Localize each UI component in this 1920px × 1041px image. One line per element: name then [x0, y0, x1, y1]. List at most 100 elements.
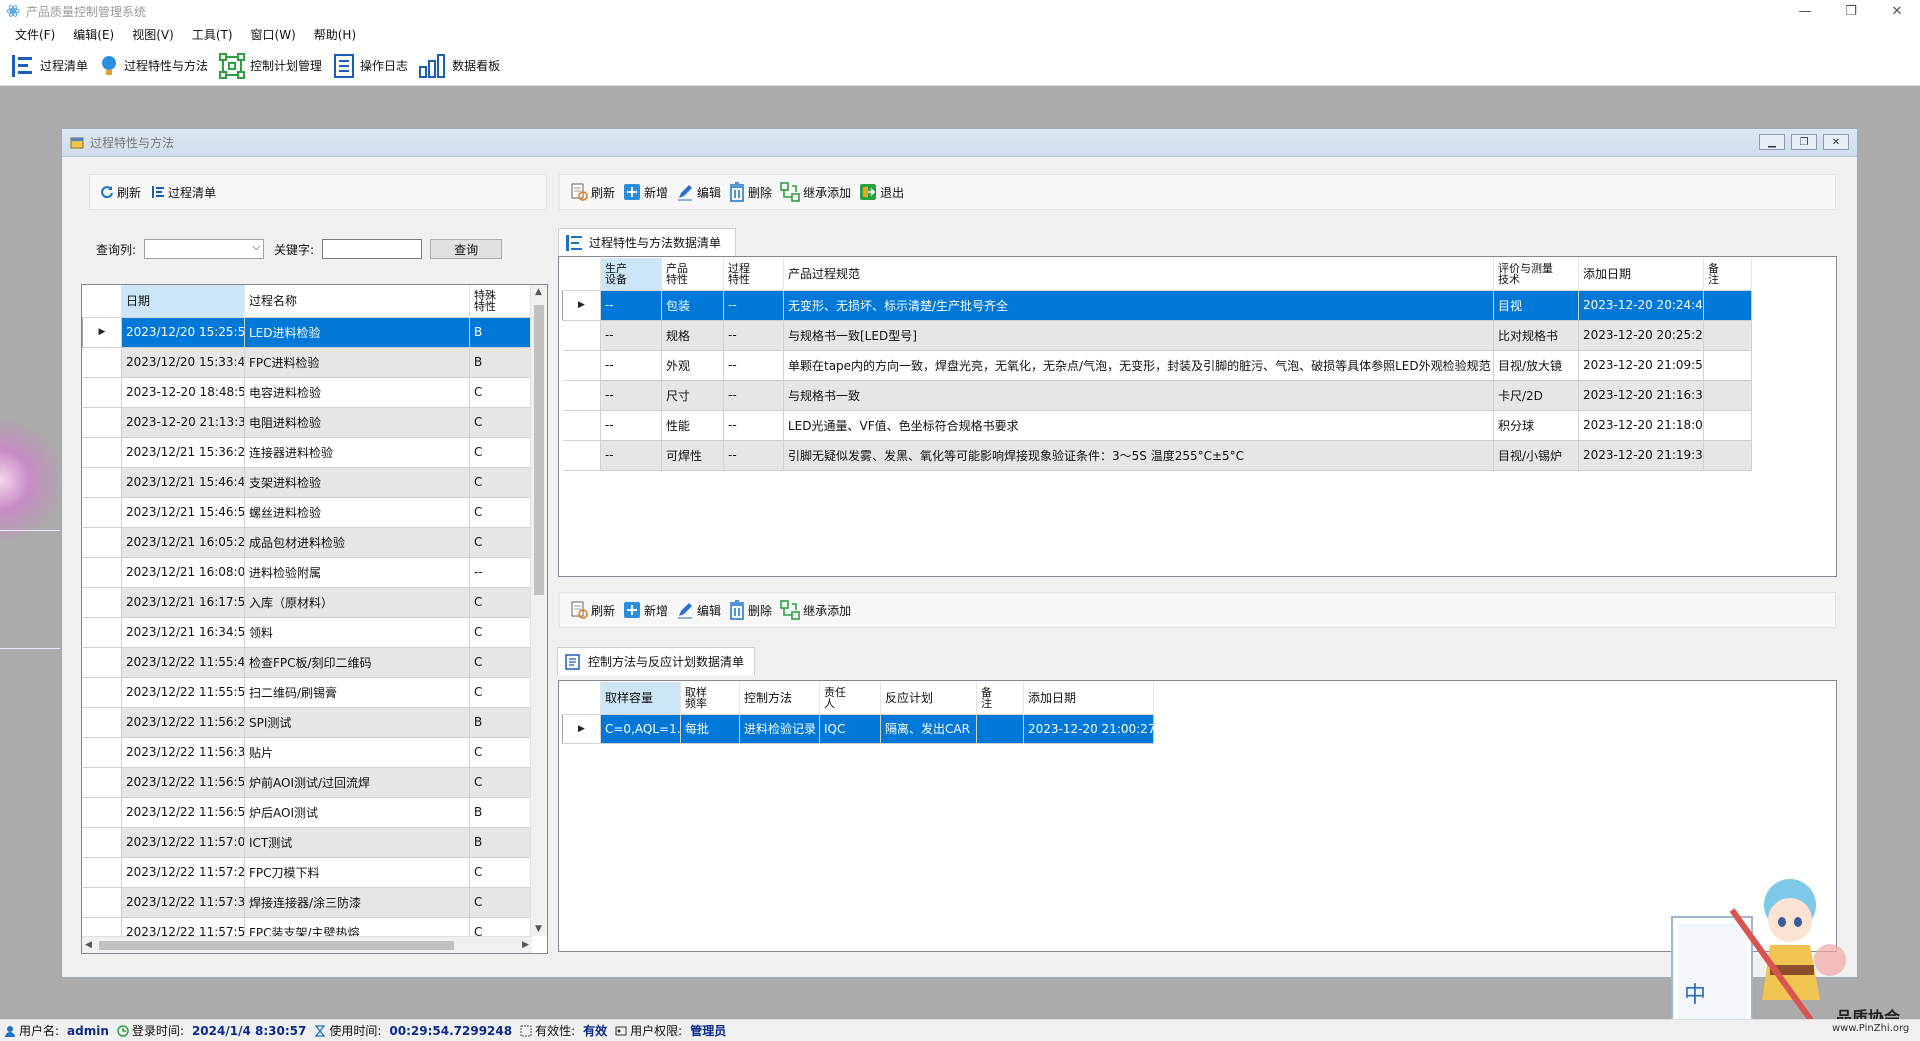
table-cell[interactable]: -- [723, 380, 784, 411]
table-row[interactable]: 2023/12/21 15:46:41 支架进料检验 C [82, 467, 531, 498]
table-row[interactable]: 2023/12/21 16:08:06 进料检验附属 -- [82, 557, 531, 588]
table-cell[interactable]: SPI测试 [244, 707, 470, 738]
row-header[interactable] [82, 527, 122, 558]
top-edit-button[interactable]: 编辑 [676, 183, 721, 201]
col-spec[interactable]: 产品过程规范 [783, 258, 1494, 291]
table-cell[interactable]: ICT测试 [244, 827, 470, 858]
scroll-right-icon[interactable]: ▶ [522, 940, 529, 950]
row-header[interactable] [82, 737, 122, 768]
table-cell[interactable]: 2023-12-20 21:00:27 [1023, 714, 1154, 744]
table-cell[interactable]: C [469, 377, 531, 408]
row-header[interactable] [82, 407, 122, 438]
row-header[interactable] [82, 347, 122, 378]
table-cell[interactable]: 隔离、发出CAR [880, 714, 977, 744]
table-cell[interactable]: 目视/放大镜 [1493, 350, 1579, 381]
menu-help[interactable]: 帮助(H) [305, 26, 365, 43]
table-cell[interactable]: 2023-12-20 21:09:59 [1578, 350, 1704, 381]
table-cell[interactable]: -- [723, 350, 784, 381]
row-header[interactable] [82, 587, 122, 618]
row-header[interactable]: ▶ [82, 317, 122, 348]
table-cell[interactable]: C [469, 617, 531, 648]
table-cell[interactable] [1703, 350, 1752, 381]
table-cell[interactable]: 2023/12/22 11:55:43 [121, 647, 245, 678]
table-row[interactable]: 2023/12/22 11:57:09 ICT测试 B [82, 827, 531, 858]
table-cell[interactable]: 每批 [680, 714, 740, 744]
table-cell[interactable]: 焊接连接器/涂三防漆 [244, 887, 470, 918]
close-button[interactable]: ✕ [1874, 0, 1920, 22]
table-cell[interactable]: -- [723, 440, 784, 471]
top-inherit-add-button[interactable]: 继承添加 [780, 182, 851, 202]
row-header[interactable] [562, 350, 601, 381]
table-cell[interactable]: 支架进料检验 [244, 467, 470, 498]
col-add-date[interactable]: 添加日期 [1023, 682, 1154, 715]
left-process-list-button[interactable]: 过程清单 [151, 184, 216, 201]
table-row[interactable]: 2023/12/22 11:57:26 FPC刀模下料 C [82, 857, 531, 888]
bottom-add-button[interactable]: 新增 [623, 601, 668, 619]
table-cell[interactable]: 连接器进料检验 [244, 437, 470, 468]
menu-view[interactable]: 视图(V) [123, 26, 183, 43]
row-header[interactable] [562, 440, 601, 471]
table-cell[interactable]: B [469, 317, 531, 348]
table-cell[interactable]: 与规格书一致 [783, 380, 1494, 411]
row-header[interactable] [82, 797, 122, 828]
table-cell[interactable]: C [469, 407, 531, 438]
row-header[interactable] [82, 857, 122, 888]
minimize-button[interactable]: — [1782, 0, 1828, 22]
table-cell[interactable]: 2023-12-20 21:19:32 [1578, 440, 1704, 471]
left-vertical-scrollbar[interactable]: ▲ ▼ [530, 285, 547, 936]
table-row[interactable]: 2023/12/20 15:33:42 FPC进料检验 B [82, 347, 531, 378]
table-cell[interactable] [976, 714, 1024, 744]
table-row[interactable]: 2023/12/22 11:56:23 SPI测试 B [82, 707, 531, 738]
col-product-char[interactable]: 产品特性 [661, 258, 724, 291]
col-sample-size[interactable]: 取样容量 [600, 682, 681, 715]
table-cell[interactable]: -- [600, 350, 662, 381]
table-cell[interactable]: 电阻进料检验 [244, 407, 470, 438]
table-cell[interactable]: 卡尺/2D [1493, 380, 1579, 411]
table-row[interactable]: -- 外观 -- 单颗在tape内的方向一致，焊盘光亮，无氧化，无杂点/气泡，无变形，… [562, 350, 1752, 381]
table-cell[interactable]: 无变形、无损坏、标示清楚/生产批号齐全 [783, 290, 1494, 321]
row-header[interactable] [82, 647, 122, 678]
bottom-delete-button[interactable]: 删除 [729, 600, 772, 620]
col-date[interactable]: 日期 [121, 285, 245, 318]
col-equipment[interactable]: 生产设备 [600, 258, 662, 291]
row-header[interactable] [562, 320, 601, 351]
table-cell[interactable]: C [469, 437, 531, 468]
table-cell[interactable]: C [469, 887, 531, 918]
table-cell[interactable]: 比对规格书 [1493, 320, 1579, 351]
table-cell[interactable]: 2023-12-20 21:16:30 [1578, 380, 1704, 411]
row-header[interactable] [82, 767, 122, 798]
col-reaction-plan[interactable]: 反应计划 [880, 682, 977, 715]
table-cell[interactable]: 2023-12-20 20:25:21 [1578, 320, 1704, 351]
table-cell[interactable]: 进料检验附属 [244, 557, 470, 588]
col-eval[interactable]: 评价与测量技术 [1493, 258, 1579, 291]
table-cell[interactable]: 规格 [661, 320, 724, 351]
table-cell[interactable]: C [469, 467, 531, 498]
table-cell[interactable]: -- [600, 410, 662, 441]
table-cell[interactable]: 螺丝进料检验 [244, 497, 470, 528]
table-row[interactable]: 2023-12-20 18:48:54 电容进料检验 C [82, 377, 531, 408]
table-cell[interactable]: 与规格书一致[LED型号] [783, 320, 1494, 351]
table-cell[interactable]: 2023/12/22 11:57:09 [121, 827, 245, 858]
table-cell[interactable] [1703, 380, 1752, 411]
table-cell[interactable]: 2023/12/22 11:56:51 [121, 767, 245, 798]
table-cell[interactable]: 2023/12/22 11:57:39 [121, 887, 245, 918]
table-cell[interactable]: 单颗在tape内的方向一致，焊盘光亮，无氧化，无杂点/气泡，无变形，封装及引脚的… [783, 350, 1494, 381]
scroll-thumb[interactable] [99, 941, 454, 950]
table-cell[interactable]: 入库（原材料） [244, 587, 470, 618]
process-list-button[interactable]: 过程清单 [10, 50, 88, 82]
col-process-name[interactable]: 过程名称 [244, 285, 470, 318]
table-row[interactable]: 2023/12/22 11:56:56 炉后AOI测试 B [82, 797, 531, 828]
menu-tools[interactable]: 工具(T) [183, 26, 242, 43]
table-cell[interactable]: 扫二维码/刷锡膏 [244, 677, 470, 708]
table-cell[interactable] [1703, 320, 1752, 351]
table-row[interactable]: 2023/12/22 11:55:43 检查FPC板/刻印二维码 C [82, 647, 531, 678]
scroll-up-icon[interactable]: ▲ [535, 287, 542, 297]
col-remark[interactable]: 备注 [976, 682, 1024, 715]
table-cell[interactable]: -- [600, 320, 662, 351]
menu-file[interactable]: 文件(F) [6, 26, 64, 43]
table-cell[interactable]: 2023-12-20 18:48:54 [121, 377, 245, 408]
menu-window[interactable]: 窗口(W) [242, 26, 305, 43]
row-header[interactable] [82, 497, 122, 528]
col-sample-freq[interactable]: 取样频率 [680, 682, 740, 715]
table-cell[interactable]: 2023/12/20 15:33:42 [121, 347, 245, 378]
